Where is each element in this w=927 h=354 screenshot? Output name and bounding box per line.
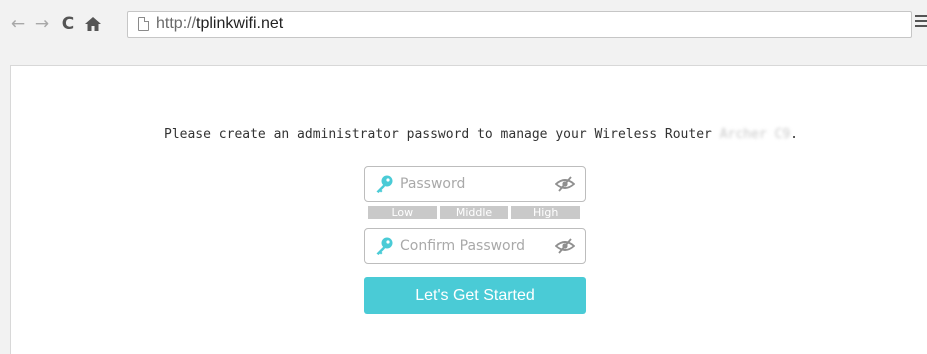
back-icon[interactable]: ← [8,13,28,35]
setup-prompt: Please create an administrator password … [164,127,798,142]
address-bar[interactable]: http://tplinkwifi.net [127,11,912,38]
hide-password-icon[interactable] [555,176,575,192]
confirm-password-field[interactable]: Confirm Password [364,228,586,264]
prompt-end: . [790,127,798,142]
home-icon[interactable] [83,13,103,35]
hide-password-icon[interactable] [555,238,575,254]
strength-low: Low [368,206,437,219]
page-icon [138,17,149,31]
url-protocol: http:// [156,15,197,32]
password-field[interactable]: Password [364,166,586,202]
reload-icon[interactable]: C [58,13,78,35]
menu-icon[interactable] [915,15,927,31]
prompt-text: Please create an administrator password … [164,127,720,142]
url-host: tplinkwifi.net [196,15,284,32]
strength-middle: Middle [439,206,509,219]
browser-toolbar: ← → C http://tplinkwifi.net [0,0,927,52]
home-icon-graphic [85,17,101,31]
router-setup-page: Please create an administrator password … [10,65,927,354]
password-strength-meter: Low Middle High [368,206,581,219]
confirm-password-placeholder: Confirm Password [400,238,526,254]
lets-get-started-button[interactable]: Let's Get Started [364,277,586,314]
key-icon [376,237,393,255]
url-text[interactable]: http://tplinkwifi.net [156,15,283,33]
key-icon [376,175,393,193]
model-name: Archer C9 [719,127,791,142]
strength-high: High [511,206,581,219]
password-placeholder: Password [400,176,466,192]
forward-icon[interactable]: → [32,13,52,35]
